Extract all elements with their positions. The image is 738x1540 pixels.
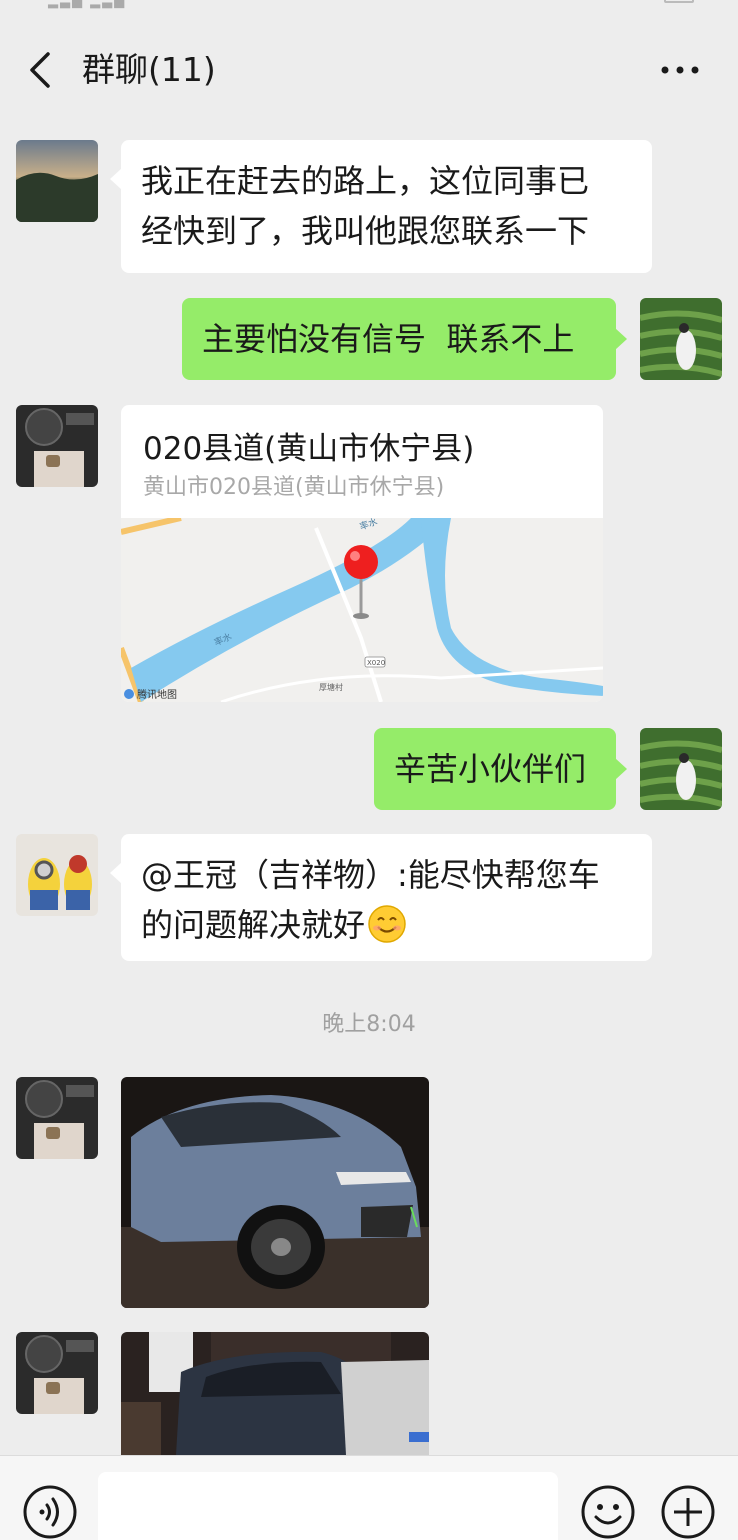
status-bar: ▂▃▅ ▂▃▅ [0,0,738,12]
message-bubble-sent[interactable]: 主要怕没有信号 联系不上 [182,298,627,380]
image-message-car-garage[interactable] [121,1332,429,1455]
message-bubble-received[interactable]: @王冠（吉祥物）:能尽快帮您车 的问题解决就好 [110,834,652,961]
map-provider-label: 腾讯地图 [137,688,177,701]
location-title: 020县道(黄山市休宁县) [143,431,475,467]
message-text-line: 的问题解决就好 [141,906,366,944]
avatar[interactable] [16,140,98,222]
my-avatar[interactable] [640,298,722,380]
message-text-input[interactable] [98,1472,558,1540]
location-message-card[interactable]: 020县道(黄山市休宁县) 黄山市020县道(黄山市休宁县) 率水 率水 X02… [121,405,603,702]
back-arrow-icon[interactable] [26,50,56,90]
map-road-label: X020 [367,659,385,667]
message-timestamp: 晚上8:04 [322,1012,416,1037]
avatar[interactable] [16,1332,98,1414]
plus-icon[interactable] [660,1484,716,1540]
avatar[interactable] [16,1077,98,1159]
message-text-line: 我正在赶去的路上，这位同事已 [141,162,590,200]
map-village-label: 厚塘村 [319,682,343,692]
avatar[interactable] [16,834,98,916]
battery-icon [660,0,698,7]
chat-title: 群聊(11) [82,50,216,89]
message-text: 主要怕没有信号 联系不上 [202,320,575,358]
message-text-line: @王冠（吉祥物）:能尽快帮您车 [141,856,600,894]
chat-input-bar [0,1455,738,1540]
chat-header: 群聊(11) [0,12,738,120]
emoji-icon[interactable] [580,1484,636,1540]
signal-icon: ▂▃▅ ▂▃▅ [48,0,127,9]
voice-input-icon[interactable] [22,1484,78,1540]
message-bubble-sent[interactable]: 辛苦小伙伴们 [374,728,627,810]
more-options-icon[interactable] [660,60,700,80]
message-text: 辛苦小伙伴们 [394,750,587,788]
image-message-car-night[interactable] [121,1077,429,1308]
message-bubble-received[interactable]: 我正在赶去的路上，这位同事已 经快到了，我叫他跟您联系一下 [110,140,652,273]
message-text-line: 经快到了，我叫他跟您联系一下 [141,212,590,250]
location-address: 黄山市020县道(黄山市休宁县) [143,475,445,500]
avatar[interactable] [16,405,98,487]
smile-emoji-icon [368,905,406,943]
my-avatar[interactable] [640,728,722,810]
location-map-preview[interactable]: 率水 率水 X020 厚塘村 腾讯地图 [121,518,603,702]
